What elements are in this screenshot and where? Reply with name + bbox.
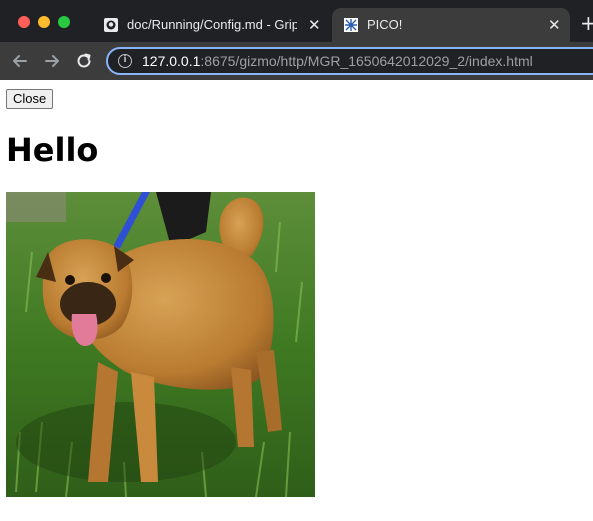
close-tab-icon[interactable]: ✕: [308, 17, 321, 33]
close-tab-icon[interactable]: ✕: [548, 17, 561, 33]
github-icon: [104, 18, 118, 32]
close-button[interactable]: Close: [6, 89, 54, 109]
minimize-window-icon[interactable]: [38, 16, 50, 28]
address-bar[interactable]: i 127.0.0.1:8675/gizmo/http/MGR_16506420…: [106, 47, 593, 75]
tab-grip[interactable]: doc/Running/Config.md - Grip ✕: [92, 8, 332, 42]
browser-chrome: doc/Running/Config.md - Grip ✕ PICO! ✕ +…: [0, 0, 593, 80]
tab-pico[interactable]: PICO! ✕: [332, 8, 570, 42]
browser-toolbar: i 127.0.0.1:8675/gizmo/http/MGR_16506420…: [0, 42, 593, 80]
maximize-window-icon[interactable]: [58, 16, 70, 28]
url-text[interactable]: 127.0.0.1:8675/gizmo/http/MGR_1650642012…: [142, 53, 533, 69]
back-arrow-icon[interactable]: [10, 51, 30, 71]
new-tab-icon[interactable]: +: [580, 13, 593, 33]
page-heading: Hello: [6, 131, 99, 169]
forward-arrow-icon[interactable]: [42, 51, 62, 71]
tab-title: doc/Running/Config.md - Grip: [127, 17, 297, 32]
tab-strip: doc/Running/Config.md - Grip ✕ PICO! ✕ +: [0, 0, 593, 42]
tab-title: PICO!: [367, 17, 403, 32]
pico-icon: [344, 18, 358, 32]
close-window-icon[interactable]: [18, 16, 30, 28]
dog-photo: [6, 192, 315, 497]
reload-icon[interactable]: [74, 51, 94, 71]
info-icon[interactable]: i: [118, 54, 132, 68]
